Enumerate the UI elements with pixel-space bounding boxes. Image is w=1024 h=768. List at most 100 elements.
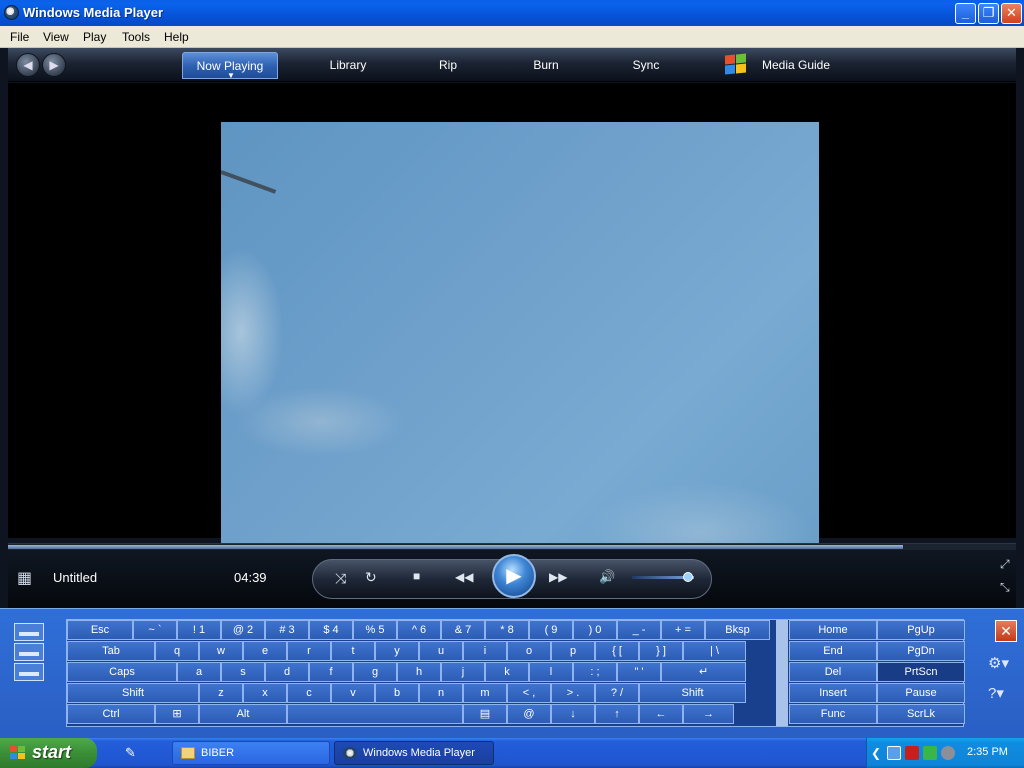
key-nav-1-0[interactable]: End <box>789 641 877 661</box>
key-row3-2[interactable]: s <box>221 662 265 682</box>
update-icon[interactable] <box>923 746 937 760</box>
key-row5-3[interactable] <box>287 704 463 724</box>
key-row2-2[interactable]: w <box>199 641 243 661</box>
key-row5-9[interactable]: → <box>683 704 734 724</box>
key-row2-6[interactable]: y <box>375 641 419 661</box>
key-row1-12[interactable]: _ - <box>617 620 661 640</box>
task-windows-media-player[interactable]: Windows Media Player <box>334 741 494 765</box>
maximize-button[interactable]: ❐ <box>978 3 999 24</box>
play-button[interactable]: ▶ <box>492 554 536 598</box>
key-row1-9[interactable]: * 8 <box>485 620 529 640</box>
tab-media-guide[interactable]: Media Guide <box>748 52 844 79</box>
key-row5-7[interactable]: ↑ <box>595 704 639 724</box>
key-row3-7[interactable]: j <box>441 662 485 682</box>
forward-arrow-icon[interactable]: ▶ <box>42 53 66 77</box>
key-row2-4[interactable]: r <box>287 641 331 661</box>
key-row4-4[interactable]: v <box>331 683 375 703</box>
tray-collapse-icon[interactable]: ❮ <box>871 746 885 760</box>
key-row4-8[interactable]: < , <box>507 683 551 703</box>
key-row5-1[interactable]: ⊞ <box>155 704 199 724</box>
key-row3-10[interactable]: : ; <box>573 662 617 682</box>
key-nav-0-1[interactable]: PgUp <box>877 620 965 640</box>
key-row1-13[interactable]: + = <box>661 620 705 640</box>
key-row4-9[interactable]: > . <box>551 683 595 703</box>
repeat-icon[interactable]: ↻ <box>365 569 377 586</box>
key-nav-4-0[interactable]: Func <box>789 704 877 724</box>
key-row3-3[interactable]: d <box>265 662 309 682</box>
minimize-button[interactable]: _ <box>955 3 976 24</box>
key-nav-0-0[interactable]: Home <box>789 620 877 640</box>
keyboard-layout-full-icon[interactable] <box>14 623 44 641</box>
key-row2-1[interactable]: q <box>155 641 199 661</box>
key-nav-1-1[interactable]: PgDn <box>877 641 965 661</box>
key-nav-3-0[interactable]: Insert <box>789 683 877 703</box>
key-row4-5[interactable]: b <box>375 683 419 703</box>
key-row2-3[interactable]: e <box>243 641 287 661</box>
key-row3-9[interactable]: l <box>529 662 573 682</box>
key-row5-6[interactable]: ↓ <box>551 704 595 724</box>
key-row2-13[interactable]: | \ <box>683 641 746 661</box>
key-row1-4[interactable]: # 3 <box>265 620 309 640</box>
compact-mode-icon[interactable]: ⤡ <box>1000 580 1010 595</box>
keyboard-layout-compact-icon[interactable] <box>14 643 44 661</box>
key-row2-0[interactable]: Tab <box>67 641 155 661</box>
close-button[interactable]: ✕ <box>1001 3 1022 24</box>
key-row3-4[interactable]: f <box>309 662 353 682</box>
key-nav-3-1[interactable]: Pause <box>877 683 965 703</box>
key-row3-5[interactable]: g <box>353 662 397 682</box>
tab-burn[interactable]: Burn <box>516 52 576 79</box>
key-row5-8[interactable]: ← <box>639 704 683 724</box>
key-row4-0[interactable]: Shift <box>67 683 199 703</box>
volume-tray-icon[interactable] <box>941 746 955 760</box>
key-row4-3[interactable]: c <box>287 683 331 703</box>
key-row3-12[interactable]: ↵ <box>661 662 746 682</box>
tab-rip[interactable]: Rip <box>418 52 478 79</box>
key-row5-2[interactable]: Alt <box>199 704 287 724</box>
acrobat-icon[interactable] <box>905 746 919 760</box>
key-nav-4-1[interactable]: ScrLk <box>877 704 965 724</box>
wmp-app-icon[interactable] <box>4 5 19 20</box>
menu-help[interactable]: Help <box>164 30 189 44</box>
back-arrow-icon[interactable]: ◀ <box>16 53 40 77</box>
volume-slider[interactable] <box>632 572 694 582</box>
key-row4-1[interactable]: z <box>199 683 243 703</box>
tab-sync[interactable]: Sync <box>616 52 676 79</box>
key-nav-2-1[interactable]: PrtScn <box>877 662 965 682</box>
video-area[interactable] <box>8 83 1016 570</box>
video-frame[interactable] <box>220 122 819 570</box>
keyboard-layout-keypad-icon[interactable] <box>14 663 44 681</box>
volume-knob[interactable] <box>682 572 693 582</box>
key-row4-10[interactable]: ? / <box>595 683 639 703</box>
key-row3-6[interactable]: h <box>397 662 441 682</box>
key-row2-5[interactable]: t <box>331 641 375 661</box>
next-icon[interactable]: ▶▶ <box>549 570 567 584</box>
key-row1-1[interactable]: ~ ` <box>133 620 177 640</box>
key-row2-9[interactable]: o <box>507 641 551 661</box>
key-row5-5[interactable]: @ <box>507 704 551 724</box>
task-biber[interactable]: BIBER <box>172 741 330 765</box>
menu-play[interactable]: Play <box>83 30 106 44</box>
chevron-down-icon[interactable]: ▼ <box>227 72 235 80</box>
key-row5-0[interactable]: Ctrl <box>67 704 155 724</box>
taskbar-clock[interactable]: 2:35 PM <box>967 746 1008 758</box>
key-row1-6[interactable]: % 5 <box>353 620 397 640</box>
previous-icon[interactable]: ◀◀ <box>455 570 473 584</box>
key-row1-11[interactable]: ) 0 <box>573 620 617 640</box>
key-row3-1[interactable]: a <box>177 662 221 682</box>
key-row2-12[interactable]: } ] <box>639 641 683 661</box>
key-row4-11[interactable]: Shift <box>639 683 746 703</box>
elapsed-time[interactable]: 04:39 <box>234 570 267 585</box>
seek-bar[interactable] <box>8 543 1016 550</box>
menu-file[interactable]: File <box>10 30 29 44</box>
network-icon[interactable] <box>887 746 901 760</box>
key-row3-0[interactable]: Caps <box>67 662 177 682</box>
key-row4-7[interactable]: m <box>463 683 507 703</box>
key-row4-2[interactable]: x <box>243 683 287 703</box>
key-row1-0[interactable]: Esc <box>67 620 133 640</box>
shuffle-icon[interactable]: ⤨ <box>335 570 346 587</box>
key-row1-8[interactable]: & 7 <box>441 620 485 640</box>
key-row1-5[interactable]: $ 4 <box>309 620 353 640</box>
key-row1-14[interactable]: Bksp <box>705 620 770 640</box>
mute-icon[interactable]: 🔊 <box>599 569 615 585</box>
tab-library[interactable]: Library <box>308 52 388 79</box>
